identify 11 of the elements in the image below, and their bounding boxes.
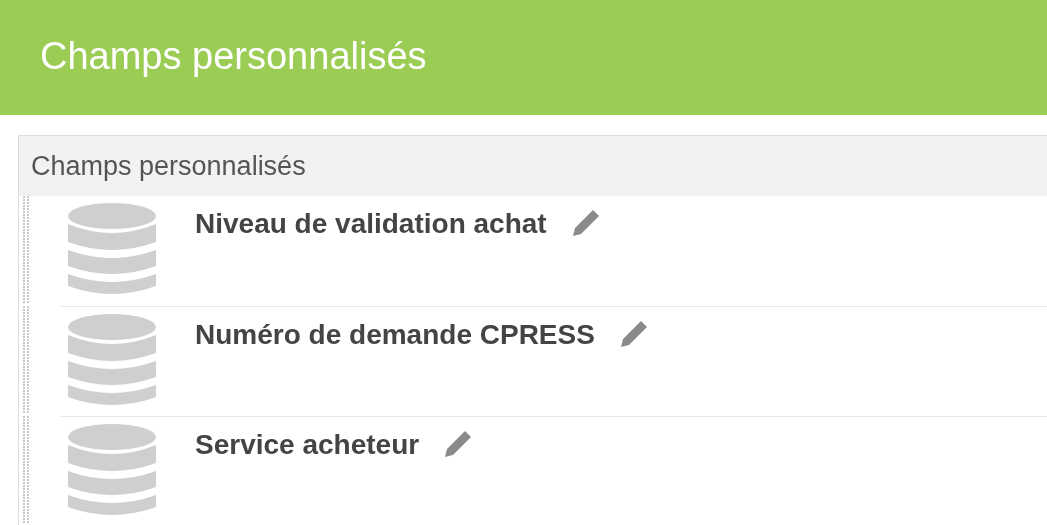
drag-handle[interactable] <box>23 416 29 524</box>
field-name: Niveau de validation achat <box>195 207 547 241</box>
drag-handle[interactable] <box>23 306 29 414</box>
page-title: Champs personnalisés <box>40 36 427 75</box>
edit-icon[interactable] <box>443 429 474 459</box>
edit-icon[interactable] <box>618 319 649 349</box>
edit-icon[interactable] <box>570 208 601 238</box>
field-name: Service acheteur <box>195 428 420 462</box>
panel-title: Champs personnalisés <box>31 149 306 183</box>
field-name: Numéro de demande CPRESS <box>195 318 595 352</box>
drag-handle[interactable] <box>23 196 29 304</box>
